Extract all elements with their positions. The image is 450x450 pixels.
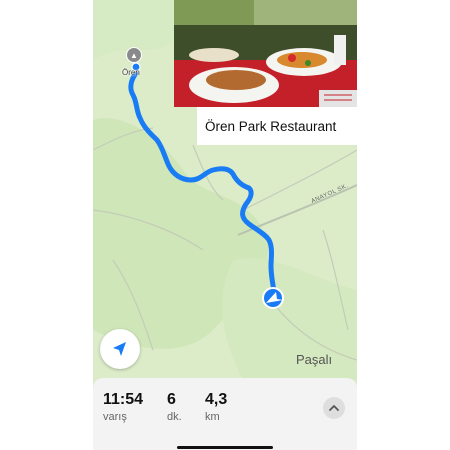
restaurant-photo[interactable] [174, 0, 357, 107]
home-indicator [177, 446, 273, 449]
poi-title: Ören Park Restaurant [205, 118, 337, 134]
restaurant-photo-image [174, 0, 357, 107]
expand-panel-button[interactable] [323, 397, 345, 419]
route-summary-panel[interactable]: 11:54 varış 6 dk. 4,3 km [93, 378, 357, 450]
map-view[interactable]: ▲ Ören ANAYOL SK. Paşalı Ören Park Resta… [93, 0, 357, 450]
place-label-oren[interactable]: Ören [122, 68, 140, 77]
chevron-up-icon [329, 405, 339, 411]
duration-stat: 6 dk. [167, 390, 182, 423]
distance-stat: 4,3 km [205, 390, 227, 423]
duration-unit: dk. [167, 411, 182, 423]
forest-area [222, 257, 357, 380]
road [242, 149, 357, 211]
location-arrow-icon [113, 342, 126, 356]
arrival-label: varış [103, 411, 127, 423]
arrival-time: 11:54 [103, 391, 144, 408]
mountain-pin-icon[interactable]: ▲ [126, 47, 142, 63]
arrival-stat: 11:54 varış [103, 390, 143, 423]
duration-value: 6 [167, 391, 176, 408]
poi-title-card[interactable]: Ören Park Restaurant [197, 107, 357, 145]
distance-value: 4,3 [205, 391, 228, 408]
distance-unit: km [205, 411, 220, 423]
current-location-button[interactable] [100, 329, 140, 369]
town-label-pasali[interactable]: Paşalı [296, 352, 332, 367]
